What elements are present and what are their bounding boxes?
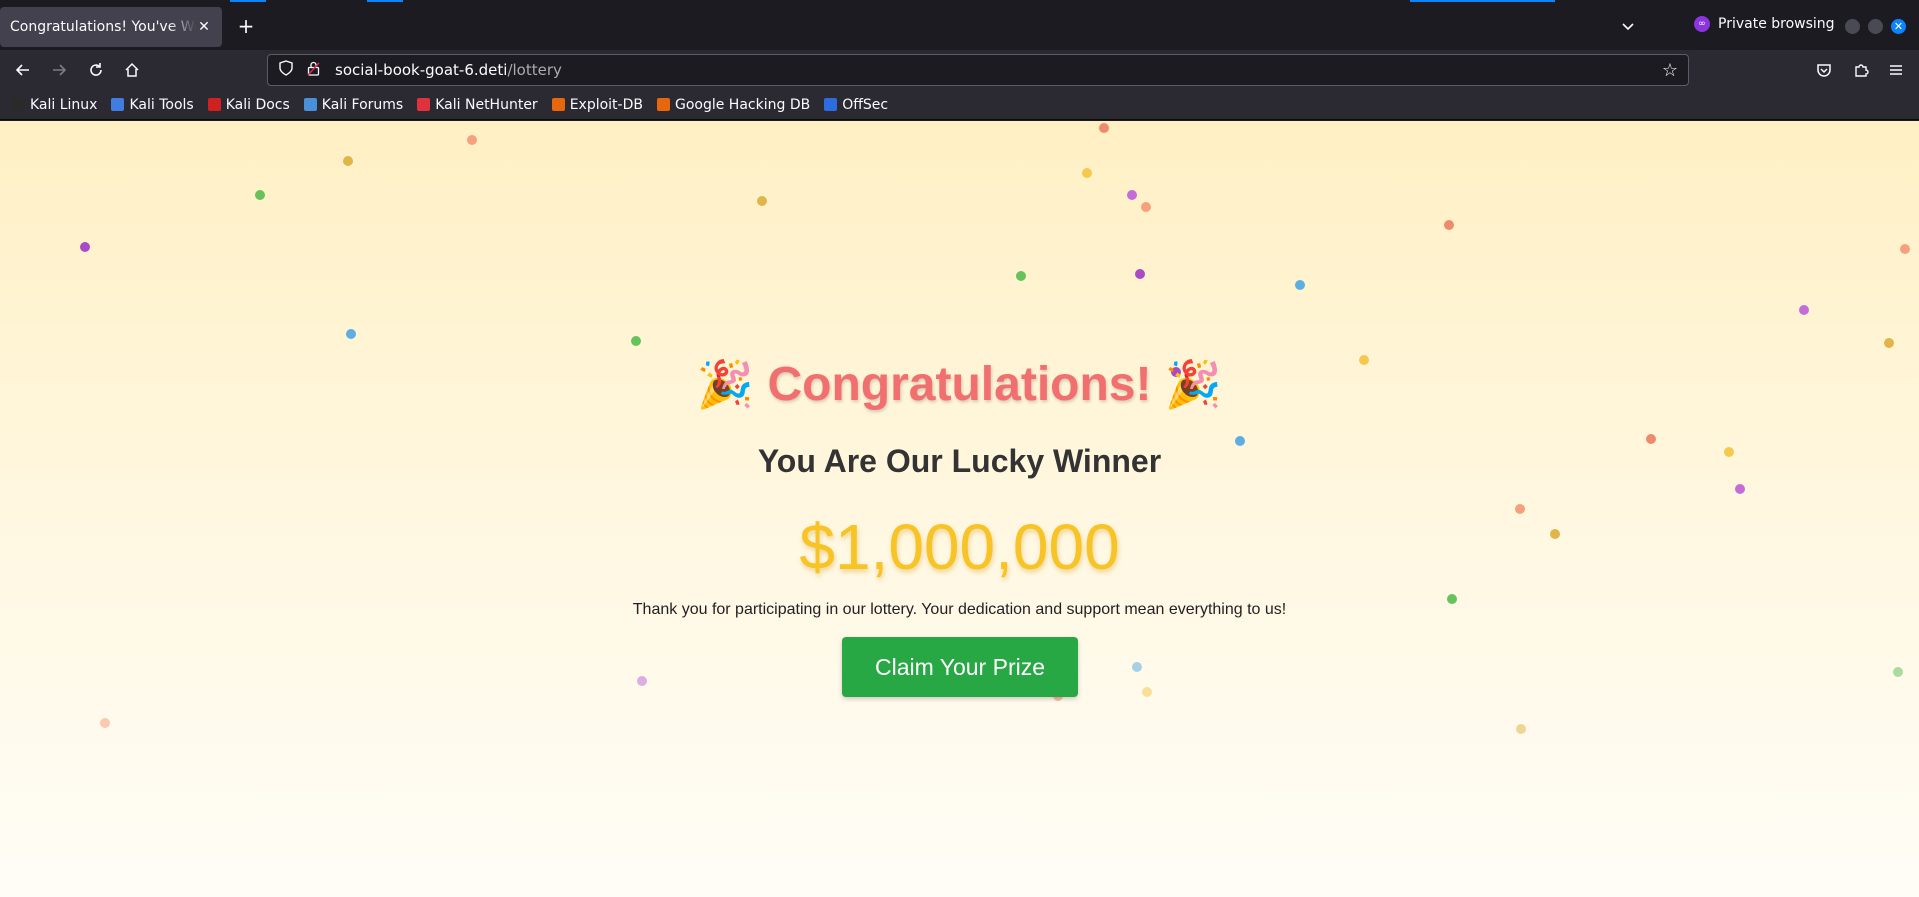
party-popper-icon: 🎉 — [1164, 358, 1223, 410]
private-browsing-indicator: ∞ Private browsing — [1694, 16, 1835, 32]
home-icon — [125, 62, 139, 77]
bookmark-label: Kali NetHunter — [435, 96, 538, 113]
nethunter-icon — [417, 98, 431, 111]
forward-button[interactable] — [45, 56, 73, 84]
url-host: social-book-goat-6.deti — [335, 61, 508, 79]
private-browsing-label: Private browsing — [1718, 16, 1835, 32]
bookmark-star-icon[interactable]: ☆ — [1662, 60, 1678, 81]
tab-indicator — [367, 0, 403, 2]
ghdb-icon — [656, 98, 670, 111]
bookmark-label: Kali Tools — [129, 96, 194, 113]
url-path: /lottery — [507, 61, 562, 79]
bookmark-label: Exploit-DB — [569, 96, 643, 113]
thank-you-text: Thank you for participating in our lotte… — [632, 601, 1287, 618]
confetti-dot — [1082, 168, 1092, 178]
confetti-dot — [343, 156, 353, 166]
confetti-dot — [1099, 123, 1109, 133]
bookmark-item[interactable]: Exploit-DB — [551, 96, 643, 113]
back-arrow-icon — [15, 64, 29, 76]
confetti-dot — [1141, 202, 1151, 212]
confetti-dot — [631, 336, 641, 346]
back-button[interactable] — [9, 56, 37, 84]
offsec-icon — [824, 98, 838, 111]
congratulations-heading: 🎉 Congratulations! 🎉 — [0, 357, 1919, 412]
confetti-dot — [757, 196, 767, 206]
lottery-page: 🎉 Congratulations! 🎉 You Are Our Lucky W… — [0, 121, 1919, 897]
headline-text: Congratulations! — [767, 358, 1152, 411]
bookmark-item[interactable]: Kali Docs — [207, 96, 290, 113]
confetti-dot — [346, 329, 356, 339]
app-menu-button[interactable] — [1882, 56, 1910, 84]
confetti-dot — [1132, 662, 1142, 672]
tab-indicator — [230, 0, 266, 2]
confetti-dot — [1735, 484, 1745, 494]
confetti-dot — [467, 135, 477, 145]
exploit-db-icon — [551, 98, 565, 111]
address-bar[interactable]: social-book-goat-6.deti/lottery ☆ — [267, 54, 1689, 86]
bookmark-label: Kali Forums — [321, 96, 404, 113]
tab-bar: Congratulations! You've Won ✕ + ∞ Privat… — [0, 0, 1919, 50]
confetti-dot — [1295, 280, 1305, 290]
pocket-button[interactable] — [1810, 56, 1838, 84]
bookmark-label: Google Hacking DB — [674, 96, 811, 113]
bookmark-item[interactable]: OffSec — [824, 97, 888, 113]
bookmark-label: OffSec — [842, 96, 889, 113]
confetti-dot — [1127, 190, 1137, 200]
confetti-dot — [1142, 687, 1152, 697]
list-all-tabs-button[interactable] — [1616, 14, 1640, 38]
kali-forums-icon — [303, 98, 317, 111]
tab-active[interactable]: Congratulations! You've Won ✕ — [0, 7, 222, 47]
tracking-protection-shield-icon[interactable] — [279, 60, 295, 80]
chevron-down-icon — [1622, 23, 1634, 31]
pocket-icon — [1817, 64, 1831, 77]
bookmark-item[interactable]: Kali NetHunter — [417, 96, 538, 113]
bookmark-item[interactable]: Google Hacking DB — [656, 96, 811, 113]
confetti-dot — [1016, 271, 1026, 281]
reload-button[interactable] — [82, 56, 110, 84]
confetti-dot — [1893, 667, 1903, 677]
insecure-lock-icon[interactable] — [307, 61, 323, 80]
bookmark-item[interactable]: Kali Linux — [12, 97, 97, 113]
confetti-dot — [1884, 338, 1894, 348]
bookmarks-toolbar: Kali Linux Kali Tools Kali Docs Kali Forums… — [0, 90, 1919, 120]
confetti-dot — [1799, 305, 1809, 315]
puzzle-icon — [1855, 64, 1869, 77]
confetti-dot — [1516, 724, 1526, 734]
confetti-dot — [100, 718, 110, 728]
confetti-dot — [80, 242, 90, 252]
bookmark-label: Kali Linux — [30, 96, 98, 113]
maximize-window-button[interactable] — [1868, 19, 1883, 34]
tab-indicator — [1410, 0, 1555, 2]
kali-tools-icon — [111, 98, 125, 111]
bookmark-label: Kali Docs — [225, 96, 290, 113]
private-mask-icon: ∞ — [1694, 16, 1710, 32]
bookmark-item[interactable]: Kali Forums — [303, 96, 404, 113]
navigation-toolbar: social-book-goat-6.deti/lottery ☆ — [0, 50, 1919, 90]
confetti-dot — [1135, 269, 1145, 279]
reload-icon — [90, 63, 102, 76]
extensions-button[interactable] — [1847, 56, 1875, 84]
kali-icon — [12, 98, 25, 111]
confetti-dot — [637, 676, 647, 686]
close-tab-icon[interactable]: ✕ — [196, 19, 212, 35]
lucky-winner-subheading: You Are Our Lucky Winner — [757, 443, 1162, 479]
kali-docs-icon — [207, 98, 221, 111]
hamburger-menu-icon — [1890, 65, 1902, 75]
claim-prize-button[interactable]: Claim Your Prize — [842, 637, 1078, 697]
confetti-dot — [255, 190, 265, 200]
forward-arrow-icon — [53, 64, 67, 76]
confetti-dot — [1900, 244, 1910, 254]
home-button[interactable] — [118, 56, 146, 84]
minimize-window-button[interactable] — [1845, 19, 1860, 34]
confetti-dot — [1444, 220, 1454, 230]
close-window-button[interactable]: ✕ — [1891, 19, 1906, 34]
prize-amount: $1,000,000 — [799, 511, 1120, 583]
new-tab-button[interactable]: + — [234, 14, 258, 38]
party-popper-icon: 🎉 — [696, 358, 755, 410]
bookmark-item[interactable]: Kali Tools — [111, 96, 194, 113]
tab-title: Congratulations! You've Won — [10, 19, 196, 35]
